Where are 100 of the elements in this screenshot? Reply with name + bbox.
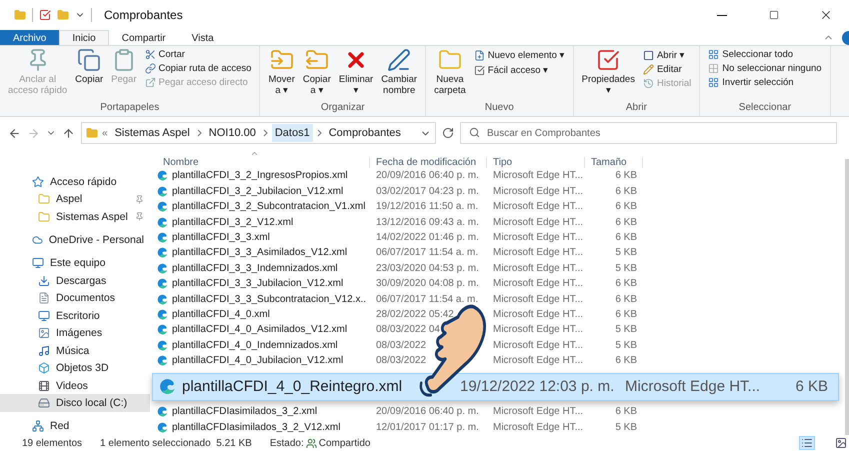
file-name[interactable]: plantillaCFDI_3_3_Asimilados_V12.xml <box>157 247 370 258</box>
table-cell-text: 5 KB <box>614 340 638 351</box>
file-name[interactable]: plantillaCFDI_4_0_Jubilacion_V12.xml <box>157 355 370 366</box>
cloud-icon <box>32 234 43 246</box>
sidebar-item[interactable]: Descargas <box>0 272 150 290</box>
maximize-icon <box>769 10 779 20</box>
music-note-icon <box>38 344 50 357</box>
ribbon-button[interactable]: Fácil acceso ▾ <box>472 63 567 77</box>
file-name[interactable]: plantillaCFDI_4_0.xml <box>157 309 370 320</box>
scrollbar[interactable] <box>845 159 849 435</box>
ribbon-tab[interactable]: Compartir <box>108 30 179 45</box>
edge-file-icon <box>157 422 168 433</box>
edge-file-icon <box>157 247 168 258</box>
sidebar-item[interactable]: Aspel <box>0 190 150 208</box>
breadcrumb[interactable]: Comprobantes <box>326 124 404 142</box>
address-bar[interactable]: « Sistemas Aspel NOI10.00 Datos1 Comprobantes <box>81 122 436 144</box>
ribbon-button[interactable]: Cambiar nombre <box>379 48 420 102</box>
copy-icon <box>77 48 102 72</box>
up-button[interactable] <box>62 126 75 140</box>
magnified-file-row[interactable]: plantillaCFDI_4_0_Reintegro.xml 19/12/2022 12:03 p. m. Microsoft Edge HT... 6 KB <box>152 372 839 402</box>
pin-icon <box>135 212 144 222</box>
sidebar-item[interactable]: Disco local (C:) <box>0 394 150 412</box>
file-menu-button[interactable]: Archivo <box>0 30 60 45</box>
table-cell-text: 6 KB <box>614 170 638 182</box>
grid-icon <box>708 63 720 74</box>
table-cell-text: Microsoft Edge HT... <box>492 340 584 351</box>
column-header[interactable]: Fecha de modificación <box>370 157 487 168</box>
table-cell-text: 06/07/2017 11:54 a. m. <box>375 294 480 305</box>
breadcrumb[interactable]: Datos1 <box>272 124 313 142</box>
table-cell-text: Microsoft Edge HT... <box>492 406 584 418</box>
sidebar-item[interactable]: Acceso rápido <box>0 173 150 190</box>
table-cell-text: 6 KB <box>614 232 638 243</box>
file-name[interactable]: plantillaCFDI_3_3_Jubilacion_V12.xml <box>157 278 370 290</box>
ribbon-button[interactable]: Nuevo elemento ▾ <box>472 48 567 62</box>
group-label: Nuevo <box>484 102 515 115</box>
table-cell-text: 6 KB <box>614 309 638 320</box>
forward-icon <box>27 126 40 140</box>
checkbox-icon[interactable] <box>39 9 51 21</box>
column-header[interactable]: Tamaño <box>585 157 643 168</box>
file-name[interactable]: plantillaCFDI_3_2_V12.xml <box>157 216 370 228</box>
ribbon-tab[interactable]: Vista <box>178 30 227 45</box>
column-header[interactable]: Tipo <box>487 157 585 168</box>
sidebar-item[interactable]: Sistemas Aspel <box>0 208 150 226</box>
ribbon-button[interactable]: Copiar ruta de acceso <box>142 62 254 75</box>
table-cell-text: 20/09/2016 06:40 p. m. <box>375 406 480 418</box>
sidebar-item[interactable]: Escritorio <box>0 306 150 324</box>
sidebar-item[interactable]: Videos <box>0 376 150 394</box>
back-button[interactable] <box>8 126 21 140</box>
image-icon <box>835 437 847 449</box>
sidebar-item[interactable]: Imágenes <box>0 324 150 342</box>
file-name[interactable]: plantillaCFDI_3_2_IngresosPropios.xml <box>157 170 370 182</box>
column-header[interactable]: Nombre <box>157 157 370 168</box>
state-value: Compartido <box>318 438 372 448</box>
ribbon-button[interactable]: Editar <box>640 63 694 76</box>
table-cell-text: 6 KB <box>614 294 638 305</box>
ribbon-button[interactable]: Mover a ▾ <box>266 48 297 102</box>
details-view-button[interactable] <box>799 436 815 450</box>
ribbon-button[interactable]: Copiar a ▾ <box>300 48 333 102</box>
breadcrumb[interactable]: Sistemas Aspel <box>112 124 193 142</box>
overflow-chevron[interactable]: « <box>102 128 108 138</box>
folder-arrow-icon <box>304 48 329 72</box>
file-name[interactable]: plantillaCFDI_4_0_Indemnizados.xml <box>157 340 370 351</box>
sidebar-item[interactable]: Este equipo <box>0 254 150 272</box>
file-name[interactable]: plantillaCFDI_4_0_Asimilados_V12.xml <box>157 324 370 336</box>
window-icon <box>642 50 654 60</box>
edge-file-icon <box>157 355 168 366</box>
sidebar-item[interactable]: Música <box>0 342 150 360</box>
ribbon-tab[interactable]: Inicio <box>59 30 109 45</box>
ribbon-button[interactable]: Invertir selección <box>706 76 824 89</box>
ribbon-button[interactable]: Propiedades ▾ <box>580 48 637 102</box>
file-name[interactable]: plantillaCFDIasimilados_3_2_V12.xml <box>157 422 370 433</box>
users-icon <box>306 438 317 448</box>
ribbon-button[interactable]: Seleccionar todo <box>706 48 824 61</box>
file-name[interactable]: plantillaCFDI_3_3_Subcontratacion_V12.x.. <box>157 294 370 305</box>
file-name[interactable]: plantillaCFDI_3_2_Subcontratacion_V1.xml <box>157 201 370 212</box>
refresh-button[interactable] <box>442 127 454 139</box>
ribbon-button[interactable]: Abrir ▾ <box>640 48 694 62</box>
ribbon-button[interactable]: Cortar <box>142 48 254 61</box>
window-title: Comprobantes <box>104 8 184 22</box>
search-field[interactable]: Buscar en Comprobantes <box>460 122 837 144</box>
chevron-icon <box>262 129 268 137</box>
sidebar-item[interactable]: Objetos 3D <box>0 359 150 377</box>
folder-icon <box>38 210 50 223</box>
sidebar-item[interactable]: OneDrive - Personal <box>0 231 150 249</box>
large-icons-view-button[interactable] <box>833 436 849 450</box>
ribbon-button[interactable]: Eliminar ▾ <box>336 48 376 102</box>
grid-icon <box>708 77 720 88</box>
file-name[interactable]: plantillaCFDI_3_3_Indemnizados.xml <box>157 262 370 274</box>
ribbon-button[interactable]: Copiar <box>73 48 106 102</box>
breadcrumb[interactable]: NOI10.00 <box>206 124 259 142</box>
sidebar-item[interactable]: Red <box>0 418 150 436</box>
file-name[interactable]: plantillaCFDI_3_2_Jubilacion_V12.xml <box>157 186 370 197</box>
table-cell-text: 5 KB <box>614 247 638 258</box>
ribbon-button[interactable]: Nueva carpeta <box>432 48 468 102</box>
file-name[interactable]: plantillaCFDIasimilados_3_2.xml <box>157 406 370 418</box>
ribbon-button[interactable]: No seleccionar ninguno <box>706 62 824 75</box>
table-cell-text: 5 KB <box>614 324 638 336</box>
file-name[interactable]: plantillaCFDI_3_3.xml <box>157 232 370 243</box>
sidebar-item[interactable]: Documentos <box>0 289 150 307</box>
grid-icon <box>708 49 720 60</box>
